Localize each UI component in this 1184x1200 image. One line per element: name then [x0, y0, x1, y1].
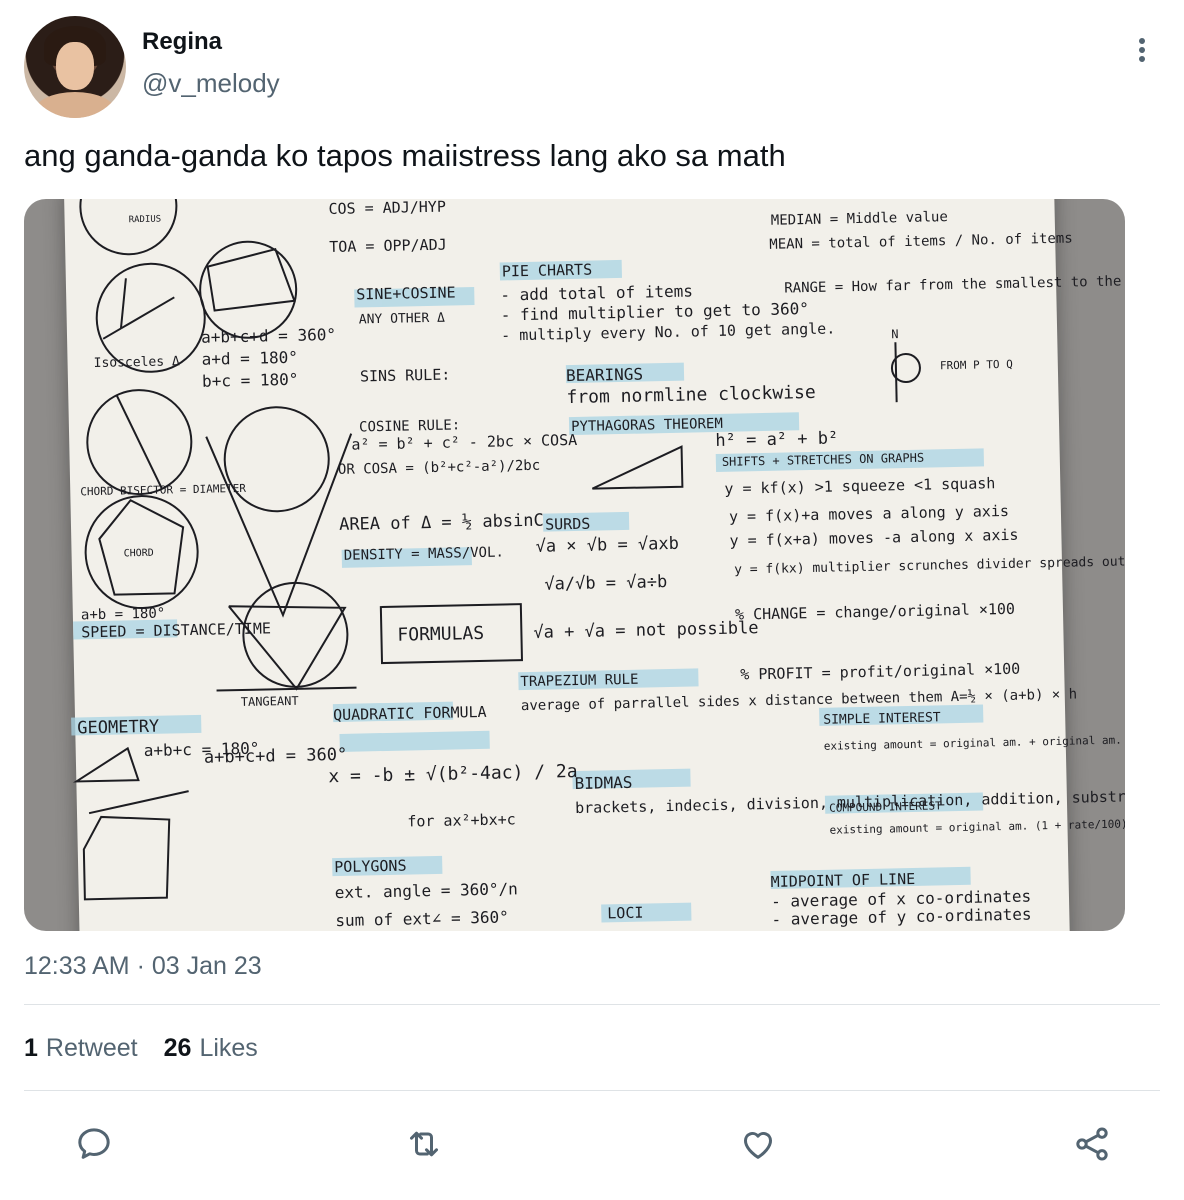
note-text: TOA = OPP/ADJ — [329, 236, 447, 256]
note-text: SINE+COSINE — [356, 283, 456, 303]
note-text: % PROFIT = profit/original ×100 — [740, 660, 1020, 684]
tweet-media-image[interactable]: RADIUS COS = ADJ/HYP TOA = OPP/ADJ SINE+COS… — [24, 199, 1125, 931]
heart-icon — [744, 1132, 772, 1159]
note-text: COMPOUND INTEREST — [829, 799, 942, 814]
note-text: BEARINGS — [566, 365, 643, 386]
note-text: SURDS — [545, 515, 591, 534]
share-button[interactable] — [1068, 1120, 1116, 1168]
note-text: a+b+c+d = 360° — [204, 745, 348, 768]
reply-button[interactable] — [70, 1120, 118, 1168]
note-text: % CHANGE = change/original ×100 — [735, 600, 1015, 624]
note-text: OR COSA = (b²+c²-a²)/2bc — [338, 458, 541, 478]
more-options-icon[interactable] — [1128, 36, 1156, 64]
note-text: PYTHAGORAS THEOREM — [571, 416, 723, 435]
engagement-stats: 1 Retweet 26 Likes — [24, 1034, 258, 1063]
note-text: √a + √a = not possible — [533, 618, 759, 643]
note-text: MIDPOINT OF LINE — [770, 870, 915, 891]
note-text: SINS RULE: — [360, 366, 451, 386]
note-text: AREA of Δ = ½ absinC — [339, 511, 544, 535]
retweet-icon — [410, 1131, 438, 1157]
note-text: a+b+c+d = 360° — [201, 325, 336, 347]
math-notes-drawing: RADIUS COS = ADJ/HYP TOA = OPP/ADJ SINE+COS… — [71, 199, 1125, 930]
retweets-count: 1 — [24, 1034, 38, 1062]
note-text: y = f(x)+a moves a along y axis — [729, 502, 1009, 526]
note-text: Isosceles Δ — [94, 354, 181, 371]
note-text: sum of ext∠ = 360° — [335, 907, 509, 930]
note-text: TRAPEZIUM RULE — [520, 672, 638, 690]
likes-count: 26 — [163, 1034, 192, 1062]
note-text: POLYGONS — [334, 857, 407, 877]
note-text: - add total of items — [500, 281, 693, 304]
note-text: y = kf(x) >1 squeeze <1 squash — [724, 474, 995, 498]
likes-label: Likes — [199, 1034, 258, 1062]
note-text: BIDMAS — [574, 773, 632, 793]
retweet-button[interactable] — [400, 1120, 448, 1168]
note-text: TANGEANT — [241, 694, 299, 709]
note-text: - average of y co-ordinates — [771, 904, 1031, 928]
note-text: a² = b² + c² - 2bc × COSA — [351, 431, 577, 454]
note-text: y = f(kx) multiplier scrunches divider s… — [734, 554, 1125, 577]
note-text: QUADRATIC FORMULA — [333, 703, 487, 724]
note-text: RANGE = How far from the smallest to the… — [784, 272, 1125, 296]
display-name[interactable]: Regina — [142, 28, 222, 56]
avatar[interactable] — [24, 16, 126, 118]
note-text: COS = ADJ/HYP — [328, 199, 446, 218]
note-text: b+c = 180° — [202, 370, 299, 391]
note-text: ANY OTHER Δ — [359, 311, 446, 328]
tweet-timestamp[interactable]: 12:33 AM · 03 Jan 23 — [24, 952, 262, 981]
tweet-actions-bar — [0, 1112, 1184, 1172]
retweets-stat[interactable]: 1 Retweet — [24, 1034, 138, 1063]
note-text: LOCI — [607, 904, 643, 923]
note-text: DENSITY = MASS/VOL. — [344, 544, 504, 563]
reply-icon — [78, 1128, 110, 1159]
note-text: √a/√b = √a÷b — [544, 572, 667, 595]
note-text: FORMULAS — [397, 623, 484, 646]
note-text: PIE CHARTS — [502, 261, 593, 281]
likes-stat[interactable]: 26 Likes — [164, 1034, 258, 1063]
note-text: existing amount = original am. + origina… — [824, 731, 1125, 753]
share-icon — [1076, 1127, 1108, 1161]
note-text: y = f(x+a) moves -a along x axis — [729, 526, 1018, 550]
tweet-text: ang ganda-ganda ko tapos maiistress lang… — [24, 138, 786, 173]
note-text: N — [891, 327, 899, 341]
like-button[interactable] — [734, 1120, 782, 1168]
note-text: FROM P TO Q — [940, 358, 1013, 373]
note-text: CHORD BISECTOR = DIAMETER — [80, 482, 246, 498]
note-text: h² = a² + b² — [715, 428, 838, 451]
note-text: SIMPLE INTEREST — [823, 710, 941, 727]
divider — [24, 1090, 1160, 1091]
note-text: GEOMETRY — [77, 717, 159, 739]
note-text: average of parrallel sides x distance be… — [521, 686, 1078, 714]
note-text: √a × √b = √axb — [535, 534, 679, 557]
note-text: CHORD — [124, 548, 154, 560]
note-text: for ax²+bx+c — [407, 810, 516, 830]
note-text: RADIUS — [129, 215, 162, 226]
note-text: existing amount = original am. (1 + rate… — [829, 817, 1125, 837]
note-text: a+d = 180° — [201, 348, 298, 369]
note-text: x = -b ± √(b²-4ac) / 2a — [328, 761, 578, 787]
retweets-label: Retweet — [45, 1034, 138, 1062]
user-handle[interactable]: @v_melody — [142, 68, 280, 99]
note-text: ext. angle = 360°/n — [335, 879, 518, 902]
note-text: from normline clockwise — [566, 382, 816, 408]
tweet-header: Regina @v_melody — [0, 0, 1184, 130]
note-text: a+b = 180° — [81, 606, 166, 624]
divider — [24, 1004, 1160, 1005]
note-text: MEDIAN = Middle value — [771, 209, 948, 229]
note-text: MEAN = total of items / No. of items — [769, 230, 1073, 252]
